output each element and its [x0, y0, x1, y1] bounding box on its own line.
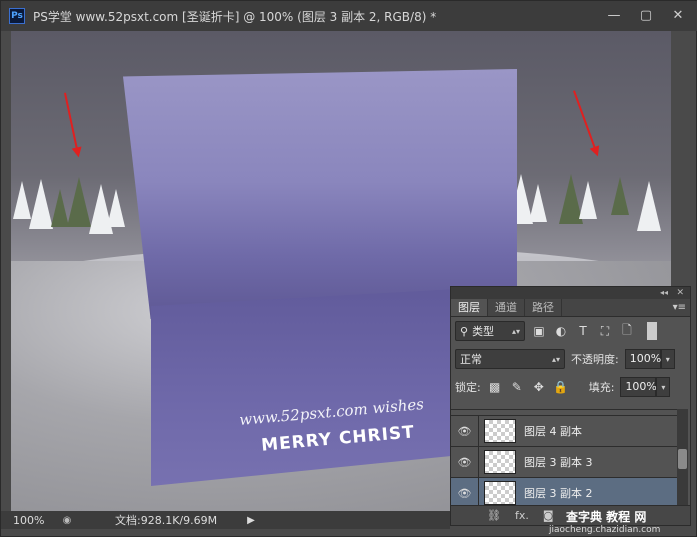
layer-row[interactable]: 👁 图层 4 副本 [451, 415, 677, 447]
photoshop-logo-icon: Ps [9, 8, 25, 24]
filter-kind-value: 类型 [472, 325, 495, 338]
mask-icon[interactable]: ◙ [543, 509, 554, 522]
lock-brush-icon[interactable]: ✎ [509, 379, 525, 395]
share-icon[interactable]: ◉ [59, 513, 75, 527]
tab-layers[interactable]: 图层 [451, 299, 488, 316]
title-bar: Ps PS学堂 www.52psxt.com [圣诞折卡] @ 100% (图层… [1, 1, 697, 31]
layer-name: 图层 3 副本 2 [524, 487, 593, 500]
doc-info: 文档:928.1K/9.69M [115, 514, 218, 527]
chevron-updown-icon: ▴▾ [511, 326, 520, 336]
document-title: PS学堂 www.52psxt.com [圣诞折卡] @ 100% (图层 3 … [33, 9, 437, 24]
card-top-panel [123, 69, 517, 319]
layer-thumbnail [484, 450, 516, 474]
fill-input[interactable]: 100% [620, 377, 657, 397]
layers-scrollbar[interactable] [677, 409, 688, 505]
layer-thumbnail [484, 419, 516, 443]
blend-mode-select[interactable]: 正常 ▴▾ [455, 349, 565, 369]
chevron-updown-icon: ▴▾ [551, 354, 560, 364]
scroll-thumb[interactable] [678, 449, 687, 469]
tree [67, 177, 91, 227]
fx-icon[interactable]: fx. [515, 509, 529, 522]
zoom-level[interactable]: 100% [1, 514, 59, 527]
layer-row[interactable]: 👁 图层 3 副本 3 [451, 446, 677, 478]
layers-list: 👁 图层 4 副本 👁 图层 3 副本 3 👁 图层 3 副本 2 [451, 409, 677, 505]
lock-transparent-icon[interactable]: ▩ [487, 379, 503, 395]
panel-tabs: 图层 通道 路径 ▾≡ [451, 299, 690, 317]
filter-toggle[interactable] [647, 322, 657, 340]
eye-icon[interactable]: 👁 [451, 477, 479, 505]
window-controls: — ▢ ✕ [600, 5, 692, 25]
pixel-filter-icon[interactable]: ▣ [531, 323, 547, 339]
adjustment-filter-icon[interactable]: ◐ [553, 323, 569, 339]
status-bar: 100% ◉ 文档:928.1K/9.69M ▶ [1, 511, 450, 529]
tree [637, 181, 661, 231]
lock-row: 锁定: ▩ ✎ ✥ 🔒 填充: 100% ▾ [451, 373, 690, 401]
tree [107, 189, 125, 227]
red-arrow-left [64, 92, 79, 150]
layer-name: 图层 3 副本 3 [524, 456, 593, 469]
opacity-dropdown-icon[interactable]: ▾ [660, 349, 675, 369]
eye-icon[interactable]: 👁 [451, 446, 479, 478]
fill-label: 填充: [588, 381, 615, 394]
red-arrow-right [573, 90, 597, 150]
watermark-url: jiaocheng.chazidian.com [549, 525, 661, 535]
panel-menu-icon[interactable]: ▾≡ [673, 302, 686, 313]
lock-all-icon[interactable]: 🔒 [553, 379, 569, 395]
blend-mode-value: 正常 [460, 353, 482, 366]
tree [529, 184, 547, 222]
watermark-text: 查字典 教程 网 [566, 510, 647, 524]
eye-icon[interactable]: 👁 [451, 415, 479, 447]
panel-close-icon[interactable]: ✕ [676, 287, 684, 299]
link-icon[interactable]: ⛓ [487, 509, 501, 522]
blend-row: 正常 ▴▾ 不透明度: 100% ▾ [451, 345, 690, 373]
layers-panel: ◂◂ ✕ 图层 通道 路径 ▾≡ ⚲ 类型 ▴▾ ▣ ◐ T ⛶ 🗋 正常 ▴▾… [450, 286, 691, 526]
lock-label: 锁定: [455, 381, 481, 394]
opacity-input[interactable]: 100% [624, 349, 661, 369]
layer-name: 图层 4 副本 [524, 425, 582, 438]
layer-row-selected[interactable]: 👁 图层 3 副本 2 [451, 477, 677, 505]
tree [579, 181, 597, 219]
close-button[interactable]: ✕ [664, 5, 692, 25]
tab-paths[interactable]: 路径 [525, 299, 562, 316]
maximize-button[interactable]: ▢ [632, 5, 660, 25]
fill-dropdown-icon[interactable]: ▾ [656, 377, 671, 397]
photoshop-window: Ps PS学堂 www.52psxt.com [圣诞折卡] @ 100% (图层… [0, 0, 697, 537]
type-filter-icon[interactable]: T [575, 323, 591, 339]
tab-channels[interactable]: 通道 [488, 299, 525, 316]
shape-filter-icon[interactable]: ⛶ [597, 323, 613, 339]
tree [29, 179, 53, 229]
filter-kind-select[interactable]: ⚲ 类型 ▴▾ [455, 321, 525, 341]
opacity-label: 不透明度: [571, 353, 619, 366]
layer-thumbnail [484, 481, 516, 505]
search-icon: ⚲ [460, 324, 469, 338]
filter-row: ⚲ 类型 ▴▾ ▣ ◐ T ⛶ 🗋 [451, 317, 690, 345]
smart-object-filter-icon[interactable]: 🗋 [619, 323, 635, 339]
minimize-button[interactable]: — [600, 5, 628, 25]
lock-move-icon[interactable]: ✥ [531, 379, 547, 395]
panel-topbar: ◂◂ ✕ [451, 287, 690, 299]
play-icon[interactable]: ▶ [247, 515, 255, 526]
collapse-icon[interactable]: ◂◂ [660, 287, 668, 299]
tree [611, 177, 629, 215]
